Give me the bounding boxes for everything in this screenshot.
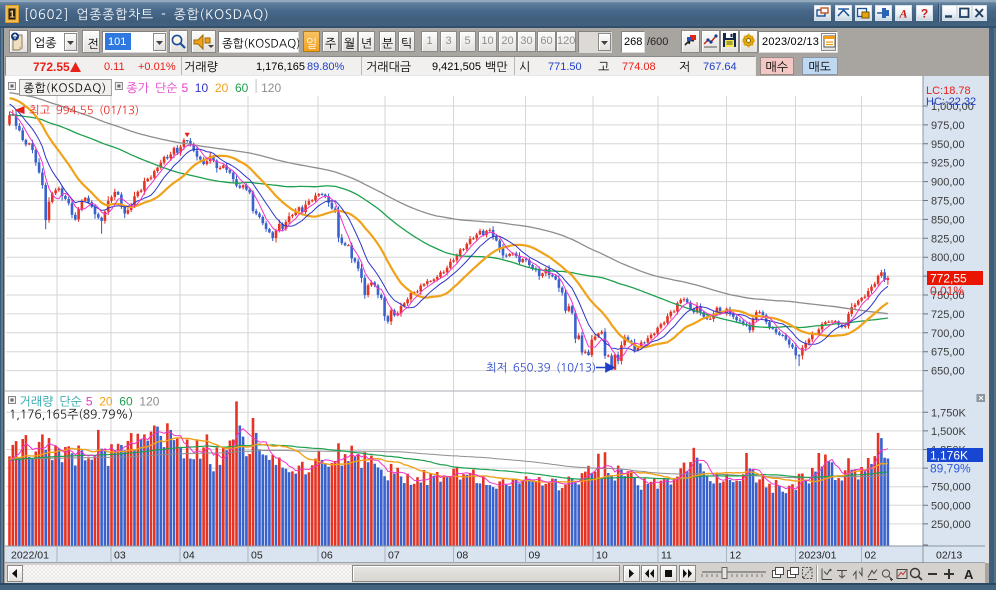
svg-text:250,000: 250,000 (931, 519, 971, 531)
svg-text:700,00: 700,00 (931, 328, 965, 340)
svg-text:5: 5 (182, 81, 189, 95)
svg-text:850,00: 850,00 (931, 214, 965, 226)
svg-text:60: 60 (235, 81, 249, 95)
svg-text:03: 03 (114, 550, 126, 562)
svg-text:5: 5 (86, 395, 93, 409)
svg-text:800,00: 800,00 (931, 252, 965, 264)
svg-text:09: 09 (529, 550, 541, 562)
svg-text:HC:-22.32: HC:-22.32 (926, 96, 976, 108)
svg-text:500,000: 500,000 (931, 500, 971, 512)
svg-text:0,01%: 0,01% (930, 284, 964, 298)
svg-text:1,176K: 1,176K (930, 449, 968, 463)
svg-text:825,00: 825,00 (931, 233, 965, 245)
svg-text:20: 20 (99, 395, 113, 409)
svg-text:950,00: 950,00 (931, 139, 965, 151)
svg-text:60: 60 (119, 395, 133, 409)
svg-text:2023/01: 2023/01 (799, 550, 837, 562)
svg-text:1,750K: 1,750K (931, 407, 967, 419)
svg-text:900,00: 900,00 (931, 177, 965, 189)
svg-text:675,00: 675,00 (931, 347, 965, 359)
svg-text:02/13: 02/13 (936, 550, 962, 562)
svg-text:975,00: 975,00 (931, 120, 965, 132)
svg-text:12: 12 (730, 550, 742, 562)
svg-text:750,000: 750,000 (931, 482, 971, 494)
svg-text:120: 120 (261, 81, 281, 95)
svg-text:10: 10 (195, 81, 209, 95)
svg-text:A: A (898, 7, 907, 21)
svg-text:08: 08 (457, 550, 469, 562)
svg-text:925,00: 925,00 (931, 158, 965, 170)
svg-text:1,500K: 1,500K (931, 426, 967, 438)
svg-text:10: 10 (596, 550, 608, 562)
svg-text:89,79%: 89,79% (930, 462, 971, 476)
svg-text:875,00: 875,00 (931, 196, 965, 208)
svg-text:11: 11 (661, 550, 672, 562)
svg-text:06: 06 (321, 550, 333, 562)
svg-text:02: 02 (865, 550, 877, 562)
svg-text:05: 05 (251, 550, 263, 562)
svg-text:?: ? (921, 7, 928, 21)
svg-text:120: 120 (139, 395, 159, 409)
svg-text:2022/01: 2022/01 (11, 550, 49, 562)
svg-text:725,00: 725,00 (931, 309, 965, 321)
svg-text:650,00: 650,00 (931, 366, 965, 378)
svg-text:04: 04 (183, 550, 195, 562)
svg-text:A: A (964, 567, 974, 582)
svg-text:07: 07 (388, 550, 400, 562)
svg-text:20: 20 (215, 81, 229, 95)
